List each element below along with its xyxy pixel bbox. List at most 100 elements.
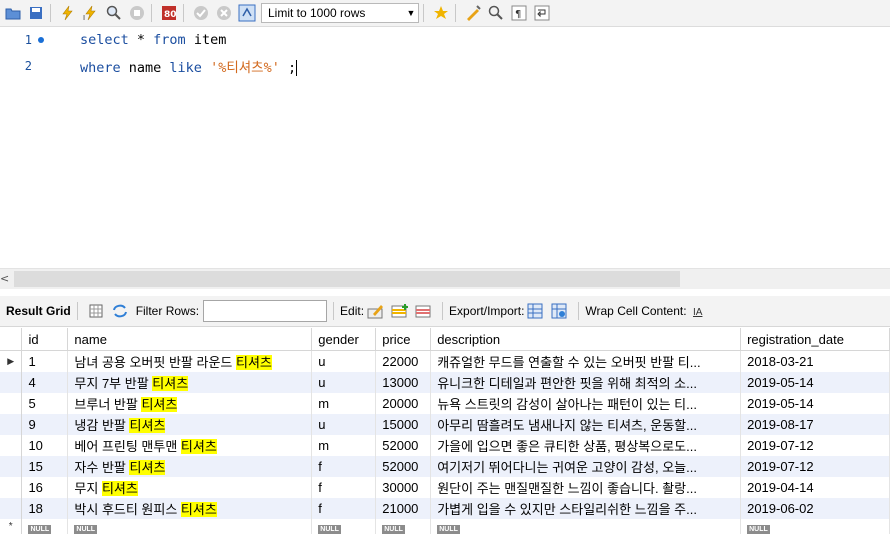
cell-gender[interactable]: f [311,456,377,477]
limit-rows-select[interactable]: Limit to 1000 rows ▼ [261,3,419,23]
table-row[interactable]: 4 무지 7부 반팔 티셔츠 u 13000 유니크한 디테일과 편안한 핏을 위해 최… [0,372,890,393]
cell-description[interactable]: 원단이 주는 맨질맨질한 느낌이 좋습니다. 촬랑... [430,477,742,498]
cell-registration-date[interactable]: 2019-07-12 [740,456,890,477]
cell-id[interactable]: 18 [21,498,69,519]
table-row[interactable]: 16 무지 티셔츠 f 30000 원단이 주는 맨질맨질한 느낌이 좋습니다. 촬랑.… [0,477,890,498]
result-grid-tab[interactable]: Result Grid [6,304,71,318]
new-row-cell-price[interactable]: NULL [375,519,432,534]
cell-id[interactable]: 1 [21,350,69,372]
cell-id[interactable]: 5 [21,393,69,414]
cell-name[interactable]: 냉감 반팔 티셔츠 [67,414,313,435]
table-row[interactable]: 18 박시 후드티 원피스 티셔츠 f 21000 가볍게 입을 수 있지만 스타일리쉬… [0,498,890,519]
cell-registration-date[interactable]: 2019-04-14 [740,477,890,498]
find-icon[interactable] [486,3,506,23]
add-row-icon[interactable] [391,302,409,320]
row-indicator[interactable] [0,393,23,414]
grid-view-icon[interactable] [87,302,105,320]
code-text[interactable]: select * from item [80,32,226,48]
execute-icon[interactable] [58,3,78,23]
cell-description[interactable]: 유니크한 디테일과 편안한 핏을 위해 최적의 소... [430,372,742,393]
explain-icon[interactable] [104,3,124,23]
execute-current-icon[interactable]: I [81,3,101,23]
cell-name[interactable]: 박시 후드티 원피스 티셔츠 [67,498,313,519]
edit-row-icon[interactable] [367,302,385,320]
table-row[interactable]: 10 베어 프린팅 맨투맨 티셔츠 m 52000 가을에 입으면 좋은 큐티한 상품,… [0,435,890,456]
row-indicator[interactable] [0,414,23,435]
cell-price[interactable]: 30000 [375,477,432,498]
cell-id[interactable]: 15 [21,456,69,477]
cell-name[interactable]: 브루너 반팔 티셔츠 [67,393,313,414]
filter-rows-input[interactable] [203,300,328,322]
cell-gender[interactable]: u [311,350,377,372]
cell-price[interactable]: 52000 [375,435,432,456]
cell-registration-date[interactable]: 2019-07-12 [740,435,890,456]
column-header[interactable]: gender [311,328,377,351]
autocommit-icon[interactable] [237,3,257,23]
cell-gender[interactable]: u [311,372,377,393]
cell-name[interactable]: 자수 반팔 티셔츠 [67,456,313,477]
code-text[interactable]: where name like '%티셔츠%' ; [80,56,298,76]
wrap-cell-icon[interactable]: IA [690,302,708,320]
cell-id[interactable]: 16 [21,477,69,498]
new-row-cell-registration_date[interactable]: NULL [740,519,890,534]
import-icon[interactable] [551,302,569,320]
cell-description[interactable]: 가볍게 입을 수 있지만 스타일리쉬한 느낌을 주... [430,498,742,519]
new-row-cell-description[interactable]: NULL [430,519,742,534]
save-icon[interactable] [26,3,46,23]
new-row-cell-name[interactable]: NULL [67,519,313,534]
cell-name[interactable]: 무지 티셔츠 [67,477,313,498]
cell-gender[interactable]: m [311,435,377,456]
favorite-icon[interactable] [431,3,451,23]
table-row[interactable]: 15 자수 반팔 티셔츠 f 52000 여기저기 뛰어다니는 귀여운 고양이 감성, … [0,456,890,477]
column-header[interactable]: price [375,328,432,351]
cell-gender[interactable]: u [311,414,377,435]
cell-name[interactable]: 무지 7부 반팔 티셔츠 [67,372,313,393]
column-header[interactable]: description [430,328,742,351]
row-indicator[interactable] [0,456,23,477]
rollback-icon[interactable] [214,3,234,23]
new-row[interactable]: * NULL NULL NULL NULL NULL NULL [0,519,890,534]
row-indicator[interactable] [0,435,23,456]
cell-gender[interactable]: f [311,477,377,498]
row-indicator[interactable]: ▶ [0,350,23,372]
cell-price[interactable]: 52000 [375,456,432,477]
cell-registration-date[interactable]: 2019-08-17 [740,414,890,435]
cell-price[interactable]: 21000 [375,498,432,519]
cell-registration-date[interactable]: 2018-03-21 [740,350,890,372]
editor-horizontal-scrollbar[interactable]: < [0,268,890,289]
cell-description[interactable]: 뉴욕 스트릿의 감성이 살아나는 패턴이 있는 티... [430,393,742,414]
row-indicator[interactable] [0,477,23,498]
open-folder-icon[interactable] [3,3,23,23]
new-row-indicator[interactable]: * [0,519,23,534]
cell-price[interactable]: 20000 [375,393,432,414]
cell-price[interactable]: 15000 [375,414,432,435]
row-indicator[interactable] [0,498,23,519]
table-row[interactable]: 9 냉감 반팔 티셔츠 u 15000 아무리 땀흘려도 냄새나지 않는 티셔츠, 운동… [0,414,890,435]
export-icon[interactable] [527,302,545,320]
cell-registration-date[interactable]: 2019-05-14 [740,372,890,393]
invisible-chars-icon[interactable]: ¶ [509,3,529,23]
cell-id[interactable]: 4 [21,372,69,393]
beautify-icon[interactable] [463,3,483,23]
chevron-down-icon[interactable]: ▼ [404,8,418,18]
column-header[interactable]: registration_date [740,328,890,351]
table-row[interactable]: ▶ 1 남녀 공용 오버핏 반팔 라운드 티셔츠 u 22000 캐쥬얼한 무드를 연출할… [0,350,890,372]
scrollbar-thumb[interactable] [14,271,680,287]
new-row-cell-gender[interactable]: NULL [311,519,377,534]
cell-description[interactable]: 아무리 땀흘려도 냄새나지 않는 티셔츠, 운동할... [430,414,742,435]
cell-price[interactable]: 13000 [375,372,432,393]
cell-registration-date[interactable]: 2019-06-02 [740,498,890,519]
toggle-error-icon[interactable]: 80 [159,3,179,23]
row-indicator[interactable] [0,372,23,393]
delete-row-icon[interactable] [415,302,433,320]
cell-gender[interactable]: m [311,393,377,414]
scroll-left-icon[interactable]: < [0,272,9,285]
cell-gender[interactable]: f [311,498,377,519]
column-header[interactable]: name [67,328,313,351]
new-row-cell-id[interactable]: NULL [21,519,69,534]
sql-editor[interactable]: 1 select * from item 2 where name like '… [0,27,890,267]
table-row[interactable]: 5 브루너 반팔 티셔츠 m 20000 뉴욕 스트릿의 감성이 살아나는 패턴이 있는… [0,393,890,414]
cell-name[interactable]: 남녀 공용 오버핏 반팔 라운드 티셔츠 [67,350,313,372]
cell-price[interactable]: 22000 [375,350,432,372]
commit-icon[interactable] [191,3,211,23]
